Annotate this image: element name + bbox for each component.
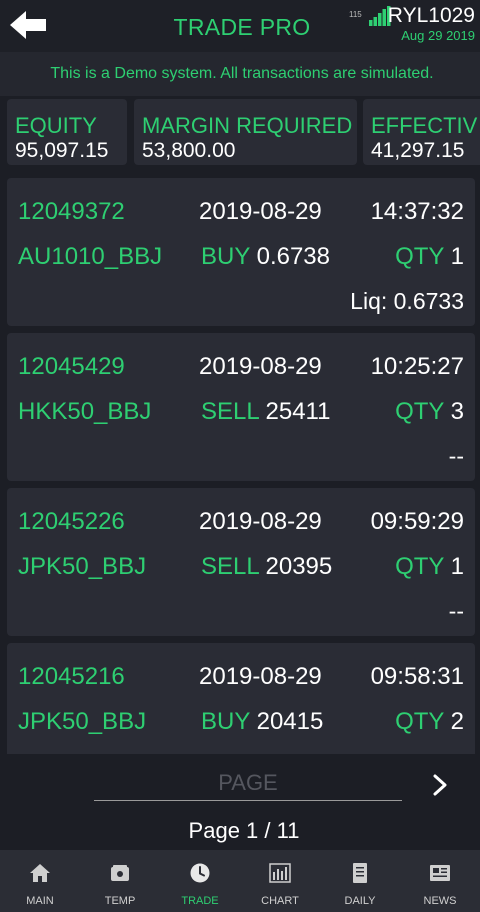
header-date: Aug 29 2019: [401, 28, 475, 43]
nav-item-trade[interactable]: TRADE: [160, 850, 240, 912]
order-symbol: AU1010_BBJ: [18, 243, 163, 270]
order-price: 20395: [265, 553, 333, 580]
order-liq: --: [448, 598, 464, 624]
order-qty-label: QTY: [395, 243, 444, 270]
order-qty-label: QTY: [395, 708, 444, 735]
order-side-label: SELL: [201, 398, 259, 425]
order-side-label: BUY: [201, 243, 250, 270]
order-id: 12045226: [18, 508, 125, 535]
nav-label: MAIN: [26, 895, 54, 907]
order-qty-value: 1: [450, 243, 464, 270]
nav-item-temp[interactable]: TEMP: [80, 850, 160, 912]
order-qty-label: QTY: [395, 398, 444, 425]
news-icon: [430, 865, 450, 881]
margin-required-box: MARGIN REQUIRED 53,800.00: [134, 99, 357, 165]
order-side: BUY 0.6738: [201, 243, 330, 271]
bottom-nav: MAIN TEMP TRADE CHART DAILY NEWS: [0, 850, 480, 912]
order-side: BUY 20415: [201, 708, 323, 736]
equity-label: EQUITY: [15, 113, 97, 138]
margin-required-label: MARGIN REQUIRED: [142, 113, 353, 138]
order-time: 09:59:29: [370, 508, 464, 535]
order-liq: Liq: 0.6733: [350, 288, 464, 314]
nav-label: TRADE: [181, 895, 219, 907]
nav-item-daily[interactable]: DAILY: [320, 850, 400, 912]
account-id: RYL1029: [387, 4, 475, 27]
order-price: 0.6738: [256, 243, 330, 270]
app-header: TRADE PRO 115 RYL1029 Aug 29 2019: [0, 0, 480, 52]
order-time: 14:37:32: [370, 198, 464, 225]
order-liq: --: [448, 443, 464, 469]
order-side-label: SELL: [201, 553, 259, 580]
effective-box: EFFECTIV 41,297.15: [363, 99, 480, 165]
order-card[interactable]: 12045226 2019-08-29 09:59:29 JPK50_BBJ S…: [7, 488, 475, 636]
nav-label: CHART: [261, 895, 299, 907]
demo-banner: This is a Demo system. All transactions …: [0, 52, 480, 96]
order-symbol: HKK50_BBJ: [18, 398, 152, 425]
signal-number: 115: [349, 10, 362, 19]
order-symbol: JPK50_BBJ: [18, 708, 147, 735]
nav-label: TEMP: [104, 895, 136, 907]
order-date: 2019-08-29: [199, 198, 322, 225]
order-side: SELL 20395: [201, 553, 332, 581]
order-date: 2019-08-29: [199, 353, 322, 380]
order-qty-value: 3: [450, 398, 464, 425]
page-input[interactable]: PAGE: [94, 766, 402, 801]
nav-item-main[interactable]: MAIN: [0, 850, 80, 912]
effective-label: EFFECTIV: [371, 113, 478, 138]
margin-required-value: 53,800.00: [142, 139, 236, 162]
order-qty: QTY 2: [395, 708, 464, 736]
pagination: PAGE Page 1 / 11: [0, 754, 480, 850]
order-card[interactable]: 12045429 2019-08-29 10:25:27 HKK50_BBJ S…: [7, 333, 475, 481]
order-qty: QTY 1: [395, 243, 464, 271]
equity-value: 95,097.15: [15, 139, 109, 162]
home-icon: [30, 864, 50, 882]
order-qty-value: 1: [450, 553, 464, 580]
demo-banner-text: This is a Demo system. All transactions …: [50, 65, 434, 82]
order-qty: QTY 1: [395, 553, 464, 581]
account-summary: EQUITY 95,097.15 MARGIN REQUIRED 53,800.…: [0, 96, 480, 168]
document-icon: [353, 863, 367, 883]
order-date: 2019-08-29: [199, 508, 322, 535]
order-symbol: JPK50_BBJ: [18, 553, 147, 580]
nav-label: NEWS: [423, 895, 457, 907]
chevron-right-icon[interactable]: [428, 770, 454, 800]
order-date: 2019-08-29: [199, 663, 322, 690]
order-side-label: BUY: [201, 708, 250, 735]
nav-label: DAILY: [344, 895, 376, 907]
clock-icon: [190, 863, 210, 883]
order-card[interactable]: 12049372 2019-08-29 14:37:32 AU1010_BBJ …: [7, 178, 475, 326]
order-time: 10:25:27: [370, 353, 464, 380]
order-time: 09:58:31: [370, 663, 464, 690]
order-qty-value: 2: [450, 708, 464, 735]
order-id: 12045429: [18, 353, 125, 380]
order-list: 12049372 2019-08-29 14:37:32 AU1010_BBJ …: [0, 178, 480, 754]
effective-value: 41,297.15: [371, 139, 465, 162]
order-qty: QTY 3: [395, 398, 464, 426]
order-price: 20415: [256, 708, 324, 735]
wallet-icon: [111, 865, 129, 881]
order-id: 12049372: [18, 198, 125, 225]
order-card[interactable]: 12045216 2019-08-29 09:58:31 JPK50_BBJ B…: [7, 643, 475, 754]
order-qty-label: QTY: [395, 553, 444, 580]
order-price: 25411: [265, 398, 331, 425]
chart-icon: [269, 863, 291, 883]
nav-item-news[interactable]: NEWS: [400, 850, 480, 912]
page-info: Page 1 / 11: [188, 818, 300, 843]
nav-item-chart[interactable]: CHART: [240, 850, 320, 912]
order-id: 12045216: [18, 663, 125, 690]
order-side: SELL 25411: [201, 398, 330, 426]
equity-box: EQUITY 95,097.15: [7, 99, 127, 165]
